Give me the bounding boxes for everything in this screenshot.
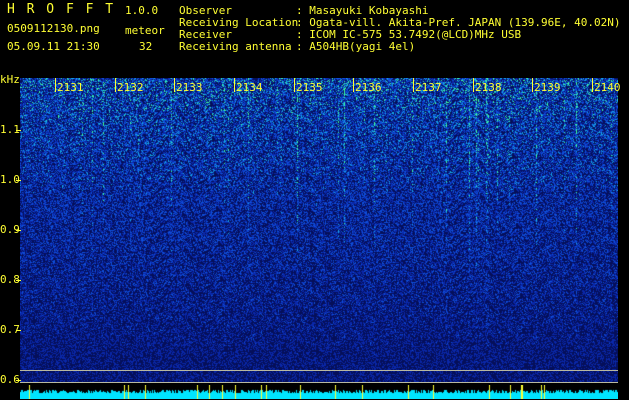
app-version: 1.0.0 [125, 4, 159, 17]
time-marker: 2137 [415, 81, 442, 94]
y-tick-mark [16, 280, 21, 281]
time-marker: 2134 [236, 81, 263, 94]
time-marker: 2135 [296, 81, 323, 94]
spectrogram-canvas [20, 78, 618, 383]
time-tick-mark [294, 78, 295, 92]
guide-line [20, 382, 618, 383]
time-tick-mark [532, 78, 533, 92]
time-tick-mark [234, 78, 235, 92]
time-marker: 2138 [475, 81, 502, 94]
signal-baseline-strip [20, 385, 618, 399]
time-marker: 2136 [355, 81, 382, 94]
datetime: 05.09.11 21:30 [7, 40, 100, 53]
time-marker: 2139 [534, 81, 561, 94]
location-label: Receiving Location [179, 16, 299, 29]
antenna-label: Receiving antenna [179, 40, 292, 53]
y-tick-mark [16, 380, 21, 381]
time-marker: 2133 [176, 81, 203, 94]
antenna-value: : A504HB(yagi 4el) [296, 40, 416, 53]
receiver-value: : ICOM IC-575 53.7492(@LCD)MHz USB [296, 28, 522, 41]
location-value: : Ogata-vill. Akita-Pref. JAPAN (139.96E… [296, 16, 621, 29]
spectrogram [20, 78, 618, 383]
y-axis-unit: kHz [0, 73, 20, 86]
meteor-count: 32 [139, 40, 153, 53]
filename: 0509112130.png [7, 22, 100, 35]
time-tick-mark [115, 78, 116, 92]
receiver-label: Receiver [179, 28, 232, 41]
guide-line [20, 370, 618, 371]
time-marker: 2132 [117, 81, 144, 94]
time-marker: 2131 [57, 81, 84, 94]
time-marker: 2140 [594, 81, 621, 94]
y-tick-mark [16, 230, 21, 231]
y-tick-mark [16, 130, 21, 131]
y-tick-mark [16, 330, 21, 331]
app-title: H R O F F T [7, 2, 116, 17]
time-tick-mark [592, 78, 593, 92]
observer-value: : Masayuki Kobayashi [296, 4, 429, 17]
time-tick-mark [55, 78, 56, 92]
time-tick-mark [413, 78, 414, 92]
time-tick-mark [473, 78, 474, 92]
observer-label: Observer [179, 4, 232, 17]
time-tick-mark [174, 78, 175, 92]
y-tick-mark [16, 180, 21, 181]
time-tick-mark [353, 78, 354, 92]
meteor-label: meteor [125, 24, 165, 37]
